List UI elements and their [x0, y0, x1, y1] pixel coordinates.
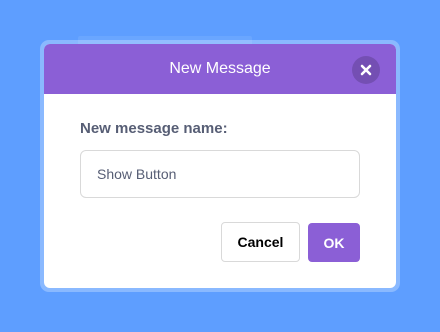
field-label: New message name: — [80, 120, 228, 137]
cancel-button[interactable]: Cancel — [221, 222, 300, 262]
new-message-dialog: New Message New message name: Cancel OK — [44, 44, 396, 288]
ok-button[interactable]: OK — [308, 223, 360, 262]
message-name-input[interactable] — [80, 150, 360, 198]
close-button[interactable] — [352, 56, 380, 84]
dialog-header: New Message — [44, 44, 396, 94]
dialog-title: New Message — [169, 60, 271, 77]
close-icon — [360, 64, 372, 76]
